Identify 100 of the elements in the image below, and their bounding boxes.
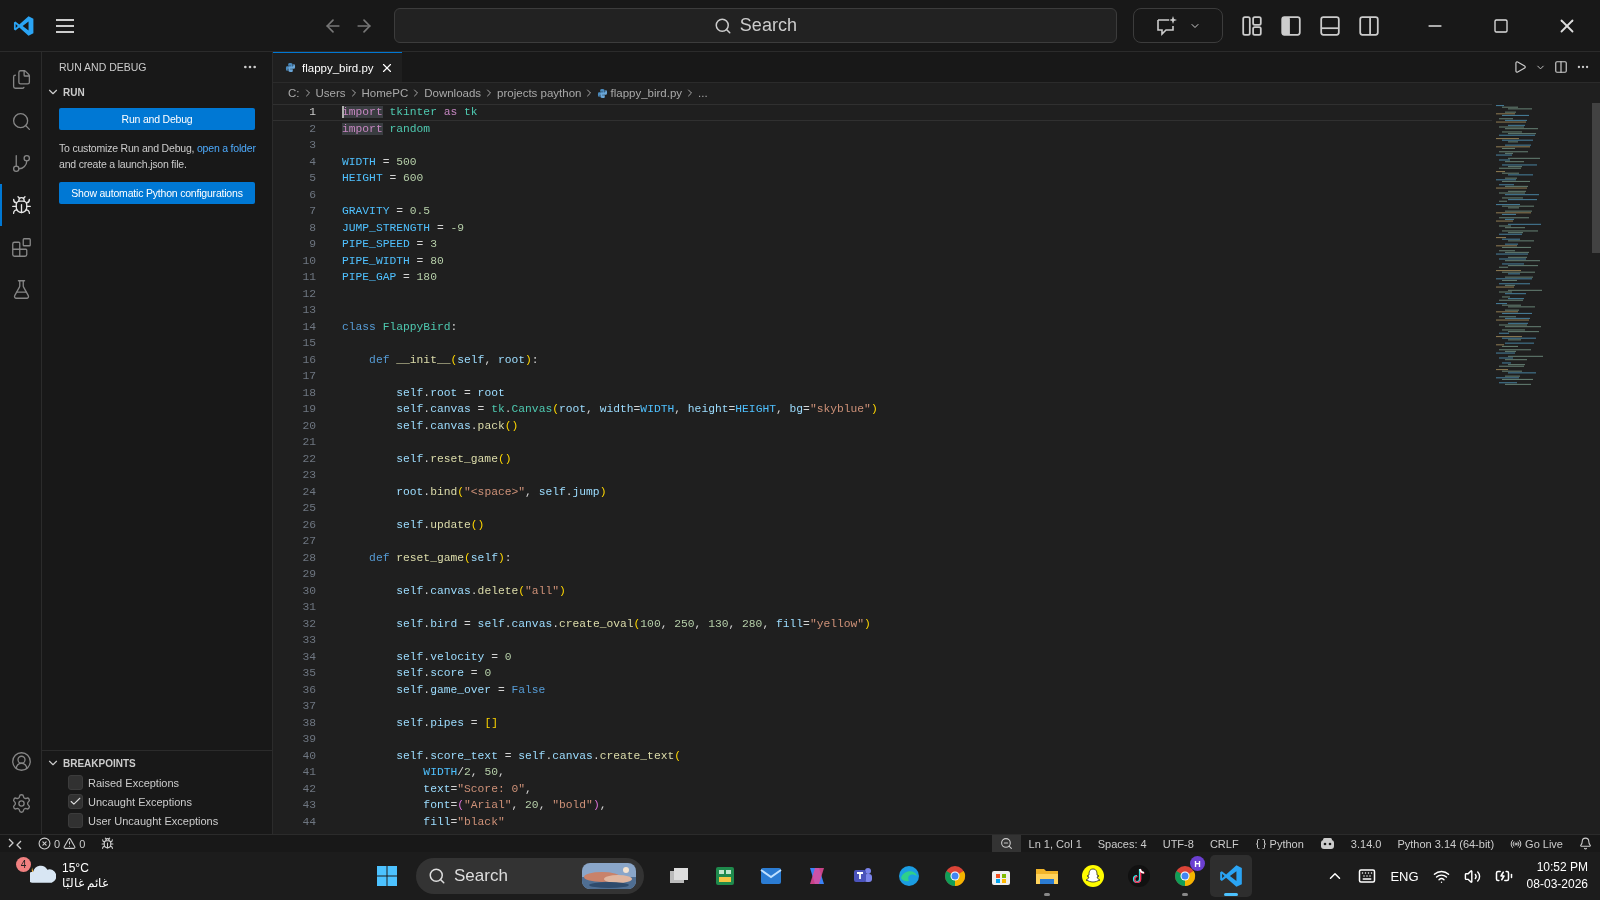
code-line: self.canvas = tk.Canvas(root, width=WIDTH, height=HEIGHT, bg="skyblue") bbox=[395, 403, 878, 416]
folder-link[interactable]: open a folder bbox=[197, 142, 256, 154]
wave-circle-icon[interactable] bbox=[897, 864, 921, 888]
spreadsheet-icon[interactable] bbox=[713, 864, 737, 888]
code-line: JUMP_STRENGTH = -9 bbox=[342, 221, 465, 234]
run-and-debug-button[interactable]: Run and Debug bbox=[59, 108, 255, 130]
code-line: self.pipes = [] bbox=[395, 716, 498, 729]
run-icon[interactable] bbox=[1513, 60, 1527, 74]
breadcrumb[interactable]: flappy_bird.py bbox=[610, 87, 683, 99]
taskbar-search-field[interactable]: Search bbox=[416, 858, 644, 894]
start-icon[interactable] bbox=[375, 864, 399, 888]
browser-icon[interactable] bbox=[943, 864, 967, 888]
editor-tab[interactable]: flappy_bird.py bbox=[273, 52, 402, 82]
line-number: 1 bbox=[308, 106, 316, 119]
section-title: BREAKPOINTS bbox=[63, 757, 136, 769]
python-configurations-button[interactable]: Show automatic Python configurations bbox=[59, 182, 255, 204]
breadcrumb[interactable]: C: bbox=[288, 87, 300, 99]
code-line: self.game_over = False bbox=[395, 683, 546, 696]
branch-icon[interactable] bbox=[11, 152, 32, 174]
music-note-icon[interactable] bbox=[1127, 864, 1151, 888]
code-line: PIPE_WIDTH = 80 bbox=[342, 254, 444, 267]
line-number: 7 bbox=[308, 205, 316, 218]
debug-icon[interactable] bbox=[101, 837, 115, 850]
vscode-logo bbox=[12, 13, 36, 38]
line-number: 8 bbox=[308, 221, 316, 234]
files-icon[interactable] bbox=[11, 68, 32, 90]
line-number: 33 bbox=[301, 634, 316, 647]
line-number: 31 bbox=[301, 601, 316, 614]
browser-icon[interactable] bbox=[1173, 864, 1197, 888]
line-number: 16 bbox=[301, 353, 316, 366]
remote-icon bbox=[8, 837, 22, 850]
robot-icon[interactable] bbox=[1319, 837, 1335, 850]
command-search-field[interactable]: Search bbox=[393, 8, 1118, 43]
line-number: 29 bbox=[301, 568, 316, 581]
layout-layout-toggle[interactable] bbox=[1240, 14, 1263, 37]
split-editor-icon[interactable] bbox=[1554, 60, 1568, 74]
checkbox[interactable] bbox=[68, 813, 83, 828]
keyboard-icon[interactable] bbox=[1358, 867, 1377, 885]
line-number: 36 bbox=[301, 683, 316, 696]
line-number: 13 bbox=[301, 304, 316, 317]
checkbox[interactable] bbox=[68, 775, 83, 790]
secondary-layout-toggle[interactable] bbox=[1357, 14, 1380, 37]
chat-button[interactable] bbox=[1133, 8, 1223, 43]
settings-icon[interactable] bbox=[11, 792, 32, 814]
volume-icon[interactable] bbox=[1463, 867, 1481, 885]
line-number: 23 bbox=[301, 469, 316, 482]
vscode-logo bbox=[1218, 863, 1244, 889]
code-line: self.canvas.delete("all") bbox=[395, 584, 566, 597]
error-count[interactable]: 0 bbox=[54, 837, 61, 850]
flask-icon[interactable] bbox=[11, 278, 32, 300]
line-number: 21 bbox=[301, 436, 316, 449]
maximize-icon[interactable] bbox=[1492, 17, 1509, 34]
line-number: 32 bbox=[301, 617, 316, 630]
line-number: 3 bbox=[308, 139, 316, 152]
bell-icon[interactable] bbox=[1579, 837, 1592, 850]
search-icon[interactable] bbox=[11, 110, 32, 132]
python-file-icon bbox=[597, 87, 609, 99]
line-number: 4 bbox=[308, 155, 316, 168]
code-line: HEIGHT = 600 bbox=[342, 172, 424, 185]
error-icon[interactable] bbox=[38, 837, 51, 850]
code-line: self.update() bbox=[395, 518, 485, 531]
zoom-button[interactable] bbox=[991, 835, 1021, 852]
warning-icon[interactable] bbox=[63, 837, 77, 850]
status-item[interactable]: Ln 1, Col 1 bbox=[1020, 835, 1090, 852]
language-indicator[interactable]: ENG bbox=[1390, 868, 1419, 884]
go-live-button[interactable]: Go Live bbox=[1502, 835, 1571, 852]
breadcrumb[interactable]: Users bbox=[315, 87, 346, 99]
breadcrumb[interactable]: HomePC bbox=[361, 87, 409, 99]
line-number: 12 bbox=[301, 287, 316, 300]
python-file-icon bbox=[285, 62, 296, 73]
line-number: 18 bbox=[301, 386, 316, 399]
run-debug-icon[interactable] bbox=[11, 194, 32, 216]
status-item[interactable]: UTF-8 bbox=[1154, 835, 1202, 852]
menu-icon[interactable] bbox=[54, 17, 75, 34]
sidebar-layout-toggle[interactable] bbox=[1279, 14, 1302, 37]
weather-cloud-icon[interactable] bbox=[30, 863, 56, 885]
breadcrumb[interactable]: Downloads bbox=[424, 87, 482, 99]
line-number: 41 bbox=[301, 766, 316, 779]
scrollbar-thumb[interactable] bbox=[1592, 103, 1600, 253]
line-number: 42 bbox=[301, 782, 316, 795]
code-line: self.score = 0 bbox=[395, 667, 492, 680]
line-number: 19 bbox=[301, 403, 316, 416]
account-icon[interactable] bbox=[11, 750, 32, 772]
line-number: 27 bbox=[301, 535, 316, 548]
status-item[interactable]: CRLF bbox=[1201, 835, 1247, 852]
code-line: self.reset_game() bbox=[395, 452, 512, 465]
status-item[interactable]: Spaces: 4 bbox=[1089, 835, 1155, 852]
panel-layout-toggle[interactable] bbox=[1318, 14, 1341, 37]
extensions-icon[interactable] bbox=[11, 236, 32, 258]
clock[interactable]: 10:52 PM 08-03-2026 bbox=[1526, 859, 1588, 893]
status-item[interactable]: Python 3.14 (64-bit) bbox=[1389, 835, 1503, 852]
warning-count[interactable]: 0 bbox=[79, 837, 86, 850]
ghost-icon[interactable] bbox=[1081, 864, 1105, 888]
status-item[interactable]: 3.14.0 bbox=[1342, 835, 1390, 852]
breadcrumb[interactable]: ... bbox=[698, 87, 708, 99]
language-button[interactable]: Python bbox=[1246, 835, 1312, 852]
breadcrumb[interactable]: projects paython bbox=[497, 87, 582, 99]
checkbox[interactable] bbox=[68, 794, 83, 809]
line-number: 38 bbox=[301, 716, 316, 729]
code-line: def __init__(self, root): bbox=[368, 353, 539, 366]
